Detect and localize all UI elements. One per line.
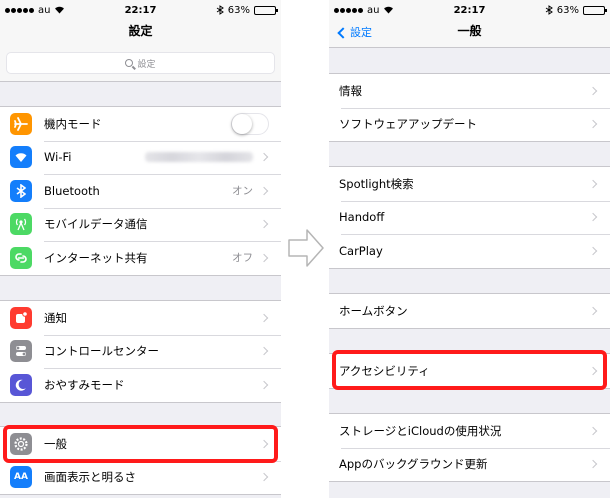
chevron-right-icon	[588, 460, 598, 469]
row-label: ストレージとiCloudの使用状況	[339, 423, 502, 438]
settings-row-display[interactable]: AA 画面表示と明るさ	[0, 460, 281, 495]
general-row-spotlight[interactable]: Spotlight検索	[329, 167, 610, 201]
highlight-general	[3, 425, 278, 463]
row-label: 画面表示と明るさ	[44, 470, 136, 485]
settings-row-notifications[interactable]: 通知	[0, 301, 281, 335]
row-label: Bluetooth	[44, 183, 100, 198]
chevron-left-icon	[337, 27, 349, 39]
settings-row-cellular[interactable]: モバイルデータ通信	[0, 207, 281, 242]
home-button-group: ホームボタン	[329, 293, 610, 329]
airplane-icon	[10, 112, 32, 135]
chevron-right-icon	[588, 179, 598, 188]
status-time: 22:17	[124, 4, 157, 16]
chevron-right-icon	[259, 347, 269, 356]
settings-row-control-center[interactable]: コントロールセンター	[0, 334, 281, 369]
bluetooth-icon	[10, 179, 32, 202]
hotspot-status-value: オフ	[232, 252, 253, 265]
general-row-carplay[interactable]: CarPlay	[329, 234, 610, 268]
general-row-software-update[interactable]: ソフトウェアアップデート	[329, 107, 610, 142]
row-label: Wi-Fi	[44, 150, 72, 165]
general-row-handoff[interactable]: Handoff	[329, 200, 610, 235]
general-row-background-refresh[interactable]: Appのバックグラウンド更新	[329, 447, 610, 482]
chevron-right-icon	[259, 253, 269, 262]
nav-bar: 設定	[0, 20, 281, 46]
chevron-right-icon	[259, 473, 269, 482]
control-center-icon	[10, 340, 32, 363]
chevron-right-icon	[588, 86, 598, 95]
general-screen: au 22:17 63% 設定 一般 情報 ソフトウェアアップデート Spotl…	[329, 0, 610, 498]
page-title: 設定	[128, 24, 153, 38]
row-label: ホームボタン	[339, 303, 408, 318]
wifi-icon	[10, 146, 32, 169]
status-bar: au 22:17 63%	[329, 0, 610, 20]
wifi-network-name-blurred	[145, 152, 253, 163]
settings-row-do-not-disturb[interactable]: おやすみモード	[0, 368, 281, 402]
battery-icon	[254, 5, 278, 15]
search-icon	[125, 59, 134, 67]
chevron-right-icon	[259, 186, 269, 195]
notifications-icon	[10, 306, 32, 329]
search-input[interactable]: 設定	[6, 52, 275, 74]
features-group: Spotlight検索 Handoff CarPlay	[329, 166, 610, 269]
row-label: Handoff	[339, 210, 385, 225]
general-row-storage[interactable]: ストレージとiCloudの使用状況	[329, 414, 610, 448]
back-label: 設定	[350, 26, 372, 39]
storage-group: ストレージとiCloudの使用状況 Appのバックグラウンド更新	[329, 413, 610, 482]
general-row-home-button[interactable]: ホームボタン	[329, 294, 610, 328]
row-label: 通知	[44, 310, 67, 325]
row-label: コントロールセンター	[44, 344, 159, 359]
search-placeholder: 設定	[137, 59, 156, 70]
row-label: CarPlay	[339, 243, 383, 258]
row-label: Appのバックグラウンド更新	[339, 457, 488, 472]
page-title: 一般	[457, 24, 482, 38]
row-label: ソフトウェアアップデート	[339, 117, 477, 132]
nav-bar: 設定 一般	[329, 20, 610, 48]
hotspot-icon	[10, 246, 32, 269]
status-bar: au 22:17 63%	[0, 0, 281, 20]
airplane-mode-toggle[interactable]	[231, 112, 269, 135]
settings-row-hotspot[interactable]: インターネット共有 オフ	[0, 241, 281, 275]
settings-screen: au 22:17 63% 設定 設定 機内モード Wi-Fi Bluetooth…	[0, 0, 281, 498]
chevron-right-icon	[259, 313, 269, 322]
notifications-group: 通知 コントロールセンター おやすみモード	[0, 300, 281, 403]
row-label: Spotlight検索	[339, 176, 414, 191]
chevron-right-icon	[259, 220, 269, 229]
settings-row-airplane: 機内モード	[0, 107, 281, 141]
chevron-right-icon	[588, 246, 598, 255]
chevron-right-icon	[259, 153, 269, 162]
row-label: 機内モード	[44, 116, 102, 131]
row-label: モバイルデータ通信	[44, 217, 148, 232]
row-label: おやすみモード	[44, 377, 125, 392]
chevron-right-icon	[588, 213, 598, 222]
bluetooth-status-value: オン	[232, 185, 253, 198]
chevron-right-icon	[259, 380, 269, 389]
status-time: 22:17	[453, 4, 486, 16]
search-bar: 設定	[0, 46, 281, 82]
about-group: 情報 ソフトウェアアップデート	[329, 73, 610, 142]
arrow-right-icon	[287, 226, 325, 270]
highlight-accessibility	[332, 350, 607, 390]
cellular-icon	[10, 213, 32, 236]
settings-row-wifi[interactable]: Wi-Fi	[0, 140, 281, 175]
back-button[interactable]: 設定	[337, 20, 372, 46]
chevron-right-icon	[588, 426, 598, 435]
connectivity-group: 機内モード Wi-Fi Bluetooth オン モバイルデータ通信 インターネ…	[0, 106, 281, 276]
chevron-right-icon	[588, 306, 598, 315]
row-label: 情報	[339, 83, 362, 98]
settings-row-bluetooth[interactable]: Bluetooth オン	[0, 174, 281, 208]
battery-icon	[583, 5, 607, 15]
chevron-right-icon	[588, 120, 598, 129]
moon-icon	[10, 373, 32, 396]
row-label: インターネット共有	[44, 250, 148, 265]
general-row-about[interactable]: 情報	[329, 74, 610, 108]
display-icon: AA	[10, 466, 32, 489]
